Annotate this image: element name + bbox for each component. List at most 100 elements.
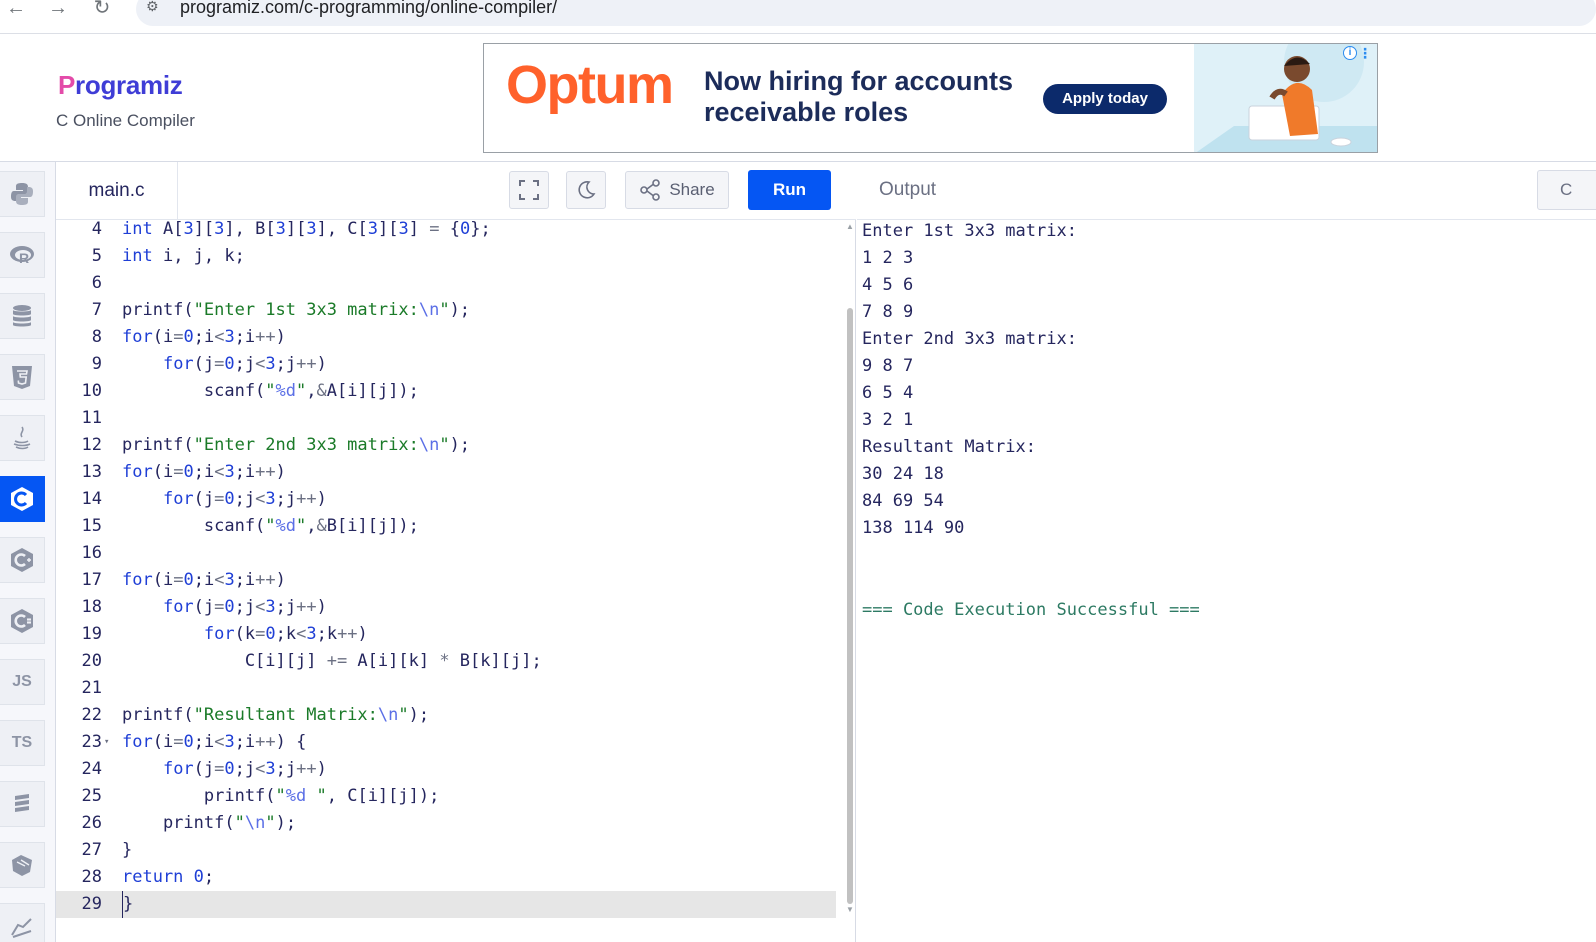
code-text: } — [122, 891, 133, 918]
code-line[interactable]: 6 — [56, 270, 836, 297]
file-tab-main-c[interactable]: main.c — [56, 162, 178, 220]
code-line[interactable]: 9 for(j=0;j<3;j++) — [56, 351, 836, 378]
code-line[interactable]: 11 — [56, 405, 836, 432]
ad-banner[interactable]: Optum Now hiring for accounts receivable… — [483, 43, 1378, 153]
line-number: 15 — [81, 516, 102, 536]
sidebar-item-js[interactable]: JS — [0, 659, 45, 705]
line-number: 16 — [81, 543, 102, 563]
line-number: 22 — [81, 705, 102, 725]
line-number: 12 — [81, 435, 102, 455]
editor-toolbar: main.c Share Run — [56, 162, 856, 220]
output-line: 3 2 1 — [862, 410, 914, 430]
sidebar-item-rust[interactable] — [0, 903, 45, 942]
sidebar-item-python[interactable] — [0, 171, 45, 217]
code-line[interactable]: 23 ▾ for(i=0;i<3;i++) { — [56, 729, 836, 756]
theme-toggle-button[interactable] — [566, 171, 606, 209]
code-line[interactable]: 16 — [56, 540, 836, 567]
code-text: for(j=0;j<3;j++) — [162, 489, 327, 509]
sidebar-item-go[interactable] — [0, 781, 45, 827]
sidebar-item-c[interactable] — [0, 476, 45, 522]
code-line[interactable]: 26 printf("\n"); — [56, 810, 836, 837]
database-icon — [9, 303, 35, 329]
reload-icon[interactable]: ↻ — [88, 0, 116, 18]
editor-scrollbar-thumb[interactable] — [847, 308, 853, 904]
back-arrow-icon[interactable]: ← — [2, 0, 30, 18]
code-line[interactable]: 29} — [56, 891, 836, 918]
fold-arrow-icon[interactable]: ▾ — [104, 729, 109, 756]
code-line[interactable]: 15 scanf("%d",&B[i][j]); — [56, 513, 836, 540]
run-button[interactable]: Run — [748, 170, 831, 210]
code-line[interactable]: 28 return 0; — [56, 864, 836, 891]
code-line[interactable]: 17 for(i=0;i<3;i++) — [56, 567, 836, 594]
logo-text: rogramiz — [75, 70, 183, 100]
output-console: Enter 1st 3x3 matrix: 1 2 3 4 5 6 7 8 9 Ente… — [857, 220, 1596, 942]
output-line: 1 2 3 — [862, 248, 914, 268]
code-line[interactable]: 8 for(i=0;i<3;i++) — [56, 324, 836, 351]
editor-scrollbar[interactable]: ▲ ▼ — [845, 220, 855, 942]
ad-menu-icon[interactable]: ⋮ — [1358, 46, 1372, 60]
code-text: for(k=0;k<3;k++) — [203, 624, 368, 644]
code-line[interactable]: 21 — [56, 675, 836, 702]
code-text: int A[3][3], B[3][3], C[3][3] = {0}; — [122, 220, 491, 239]
code-line[interactable]: 12 printf("Enter 2nd 3x3 matrix:\n"); — [56, 432, 836, 459]
line-number: 19 — [81, 624, 102, 644]
python-icon — [9, 181, 35, 207]
output-line: 9 8 7 — [862, 356, 914, 376]
output-line: Enter 1st 3x3 matrix: — [862, 221, 1077, 241]
output-line: 7 8 9 — [862, 302, 914, 322]
sidebar-item-sql[interactable] — [0, 293, 45, 339]
java-icon — [9, 425, 35, 451]
code-text: for(j=0;j<3;j++) — [162, 354, 327, 374]
code-text: for(i=0;i<3;i++) — [122, 327, 286, 347]
line-number: 4 — [91, 220, 102, 239]
sidebar-item-java[interactable] — [0, 415, 45, 461]
output-line: 138 114 90 — [862, 518, 965, 538]
line-number: 27 — [81, 840, 102, 860]
code-line[interactable]: 22 printf("Resultant Matrix:\n"); — [56, 702, 836, 729]
share-button[interactable]: Share — [625, 171, 729, 209]
js-icon: JS — [12, 673, 32, 690]
code-line[interactable]: 19 for(k=0;k<3;k++) — [56, 621, 836, 648]
ad-info-icon[interactable]: i — [1343, 46, 1357, 60]
line-number: 8 — [91, 327, 102, 347]
sidebar-item-ts[interactable]: TS — [0, 720, 45, 766]
line-number: 28 — [81, 867, 102, 887]
code-editor[interactable]: 29} 28 return 0; 27} 26 printf("\n"); 25 prin… — [56, 220, 856, 942]
sidebar-item-swift[interactable] — [0, 842, 45, 888]
code-line[interactable]: 25 printf("%d ", C[i][j]); — [56, 783, 836, 810]
ad-apply-button[interactable]: Apply today — [1043, 84, 1167, 114]
code-line[interactable]: 10 scanf("%d",&A[i][j]); — [56, 378, 836, 405]
scroll-down-arrow-icon[interactable]: ▼ — [846, 905, 854, 914]
code-line[interactable]: 5 int i, j, k; — [56, 243, 836, 270]
sidebar-item-r[interactable]: R — [0, 232, 45, 278]
code-line[interactable]: 24 for(j=0;j<3;j++) — [56, 756, 836, 783]
site-info-icon[interactable]: ⚙ — [146, 0, 168, 18]
output-line: 84 69 54 — [862, 491, 944, 511]
output-line: Resultant Matrix: — [862, 437, 1036, 457]
code-line[interactable]: 18 for(j=0;j<3;j++) — [56, 594, 836, 621]
code-text: return 0; — [122, 867, 215, 887]
sidebar-item-html[interactable] — [0, 354, 45, 400]
code-text: C[i][j] += A[i][k] * B[k][j]; — [122, 651, 542, 671]
code-line[interactable]: 13 for(i=0;i<3;i++) — [56, 459, 836, 486]
r-icon: R — [9, 242, 35, 268]
code-line[interactable]: 14 for(j=0;j<3;j++) — [56, 486, 836, 513]
line-number: 18 — [81, 597, 102, 617]
go-icon — [9, 791, 35, 817]
csharp-icon — [9, 608, 35, 634]
code-line[interactable]: 27} — [56, 837, 836, 864]
code-line[interactable]: 7 printf("Enter 1st 3x3 matrix:\n"); — [56, 297, 836, 324]
forward-arrow-icon[interactable]: → — [44, 0, 72, 18]
scroll-up-arrow-icon[interactable]: ▲ — [846, 222, 854, 231]
ad-illustration — [1194, 44, 1377, 152]
line-number: 11 — [81, 408, 102, 428]
sidebar-item-cpp[interactable] — [0, 537, 45, 583]
programiz-logo[interactable]: Programiz — [58, 70, 183, 101]
browser-bar: ← → ↻ ⚙ programiz.com/c-programming/onli… — [0, 0, 1596, 34]
clear-button[interactable]: C — [1537, 170, 1596, 210]
code-line[interactable]: 20 C[i][j] += A[i][k] * B[k][j]; — [56, 648, 836, 675]
code-line[interactable]: 4 int A[3][3], B[3][3], C[3][3] = {0}; — [56, 220, 836, 243]
fullscreen-button[interactable] — [509, 171, 549, 209]
url-text[interactable]: programiz.com/c-programming/online-compi… — [180, 0, 557, 18]
sidebar-item-csharp[interactable] — [0, 598, 45, 644]
